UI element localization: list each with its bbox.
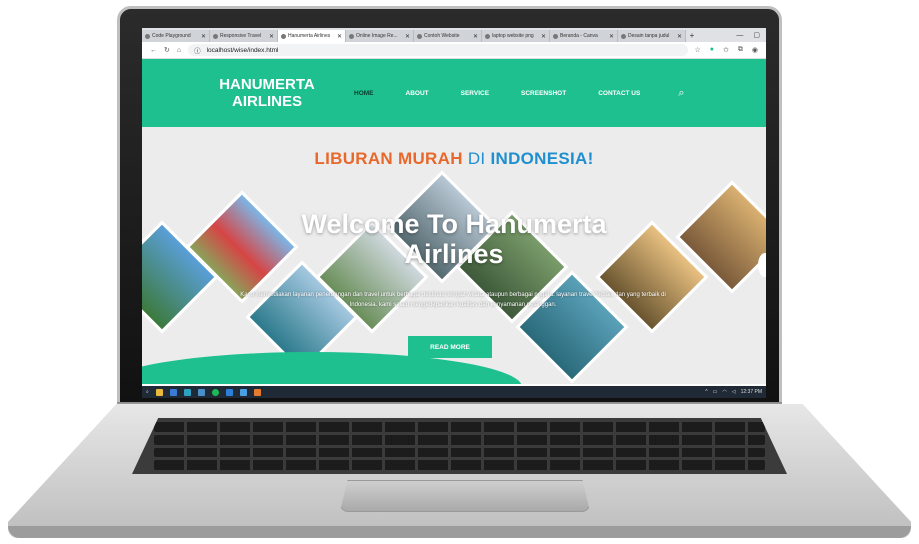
browser-tab-label: laptop website png — [492, 33, 534, 39]
profile-avatar[interactable]: ◉ — [752, 46, 758, 54]
browser-tab-label: Code Playground — [152, 33, 191, 39]
file-explorer-icon[interactable] — [155, 388, 163, 396]
spotify-icon[interactable] — [211, 388, 219, 396]
close-tab-icon[interactable]: ✕ — [473, 33, 478, 40]
app-icon[interactable] — [253, 388, 261, 396]
system-tray: ^ ▭ ◠ ◁ 12:37 PM — [705, 389, 762, 395]
touchpad — [340, 480, 590, 512]
collections-icon[interactable]: ⧉ — [738, 46, 743, 54]
store-icon[interactable] — [169, 388, 177, 396]
chevron-up-icon[interactable]: ^ — [705, 389, 707, 395]
browser-tab[interactable]: laptop website png ✕ — [482, 30, 550, 42]
hero-section: LIBURAN MURAH DI INDONESIA! Welcome To H… — [142, 127, 766, 384]
vscode-icon[interactable] — [225, 388, 233, 396]
nav-home[interactable]: HOME — [354, 90, 374, 97]
browser-tab[interactable]: Online Image Re... ✕ — [346, 30, 414, 42]
keyboard — [132, 418, 787, 474]
close-tab-icon[interactable]: ✕ — [405, 33, 410, 40]
brand-line-2: AIRLINES — [231, 93, 302, 110]
browser-tab[interactable]: Desain tanpa judul ✕ — [618, 30, 686, 42]
wifi-icon: ◠ — [722, 389, 727, 395]
chrome-icon — [213, 33, 218, 39]
volume-icon: ◁ — [731, 389, 736, 395]
bing-icon — [485, 33, 490, 39]
url-text: localhost/wise/index.html — [206, 46, 279, 54]
nav-service[interactable]: SERVICE — [461, 90, 489, 97]
favorites-icon[interactable]: ✩ — [723, 46, 729, 54]
maximize-icon[interactable]: ▢ — [753, 30, 760, 42]
page-icon — [349, 33, 354, 39]
edge-icon[interactable] — [183, 388, 191, 396]
browser-tab[interactable]: Hanumerta Airlines ✕ — [278, 30, 346, 42]
code-icon — [145, 33, 150, 39]
site-brand[interactable]: HANUMERTA AIRLINES — [212, 76, 322, 110]
windows-taskbar: ⌕ ^ ▭ ◠ ◁ 12:37 PM — [142, 386, 766, 398]
banner-text-1: LIBURAN MURAH — [314, 149, 463, 168]
windows-search-icon[interactable]: ⌕ — [146, 389, 149, 395]
close-tab-icon[interactable]: ✕ — [269, 33, 274, 40]
browser-icon[interactable] — [197, 388, 205, 396]
info-icon: ⓘ — [194, 48, 201, 55]
banner-text-3: INDONESIA! — [490, 149, 594, 168]
nav-screenshot[interactable]: SCREENSHOT — [521, 90, 566, 97]
browser-tab-label: Desain tanpa judul — [628, 33, 670, 39]
site-navbar: HANUMERTA AIRLINES HOME ABOUT SERVICE SC… — [142, 59, 766, 127]
browser-toolbar: ← ↻ ⌂ ⓘ localhost/wise/index.html ☆ ● ✩ … — [142, 42, 766, 59]
window-controls: — ▢ — [730, 30, 766, 42]
browser-tab-bar: Code Playground ✕ Responsive Travel ✕ Hanume… — [142, 28, 766, 42]
close-tab-icon[interactable]: ✕ — [201, 33, 206, 40]
hero-welcome-title: Welcome To Hanumerta Airlines — [301, 209, 607, 269]
brand-line-1: HANUMERTA — [219, 76, 315, 93]
close-tab-icon[interactable]: ✕ — [337, 33, 342, 40]
extension-icon[interactable]: ● — [710, 46, 714, 54]
reload-icon[interactable]: ↻ — [164, 46, 170, 54]
canva-icon — [621, 33, 626, 39]
home-icon[interactable]: ⌂ — [177, 47, 181, 54]
page-icon — [281, 33, 286, 39]
laptop-mockup: Code Playground ✕ Responsive Travel ✕ Hanume… — [0, 0, 919, 544]
browser-tab-label: Responsive Travel — [220, 33, 262, 39]
star-icon[interactable]: ☆ — [695, 46, 701, 54]
browser-tab-label: Online Image Re... — [356, 33, 398, 39]
nav-contact[interactable]: CONTACT US — [598, 90, 640, 97]
minimize-icon[interactable]: — — [736, 30, 743, 42]
search-icon[interactable]: ⌕ — [678, 87, 684, 100]
slider-next-control[interactable] — [758, 253, 766, 277]
browser-tab[interactable]: Beranda - Canva ✕ — [550, 30, 618, 42]
browser-tab[interactable]: Responsive Travel ✕ — [210, 30, 278, 42]
browser-tab[interactable]: Contoh Website ✕ — [414, 30, 482, 42]
read-more-button[interactable]: READ MORE — [408, 336, 492, 358]
close-tab-icon[interactable]: ✕ — [677, 33, 682, 40]
browser-tab-label: Beranda - Canva — [560, 33, 598, 39]
battery-icon: ▭ — [712, 389, 718, 395]
laptop-screen: Code Playground ✕ Responsive Travel ✕ Hanume… — [142, 28, 766, 398]
laptop-front-edge — [8, 526, 911, 538]
close-tab-icon[interactable]: ✕ — [541, 33, 546, 40]
close-tab-icon[interactable]: ✕ — [609, 33, 614, 40]
browser-tab-label: Hanumerta Airlines — [288, 33, 331, 39]
hero-description: Kami menyediakan layanan penerbangan dan… — [240, 292, 666, 308]
back-icon[interactable]: ← — [150, 47, 157, 54]
new-tab-button[interactable]: + — [686, 30, 698, 42]
clock[interactable]: 12:37 PM — [741, 389, 762, 395]
site-menu: HOME ABOUT SERVICE SCREENSHOT CONTACT US — [354, 90, 640, 97]
nav-about[interactable]: ABOUT — [406, 90, 429, 97]
banner-text-2: DI — [467, 149, 486, 168]
browser-tab-label: Contoh Website — [424, 33, 460, 39]
site-icon — [417, 33, 422, 39]
hero-banner: LIBURAN MURAH DI INDONESIA! — [142, 149, 766, 169]
app-icon[interactable] — [239, 388, 247, 396]
address-bar[interactable]: ⓘ localhost/wise/index.html — [188, 44, 688, 56]
browser-tab[interactable]: Code Playground ✕ — [142, 30, 210, 42]
canva-icon — [553, 33, 558, 39]
